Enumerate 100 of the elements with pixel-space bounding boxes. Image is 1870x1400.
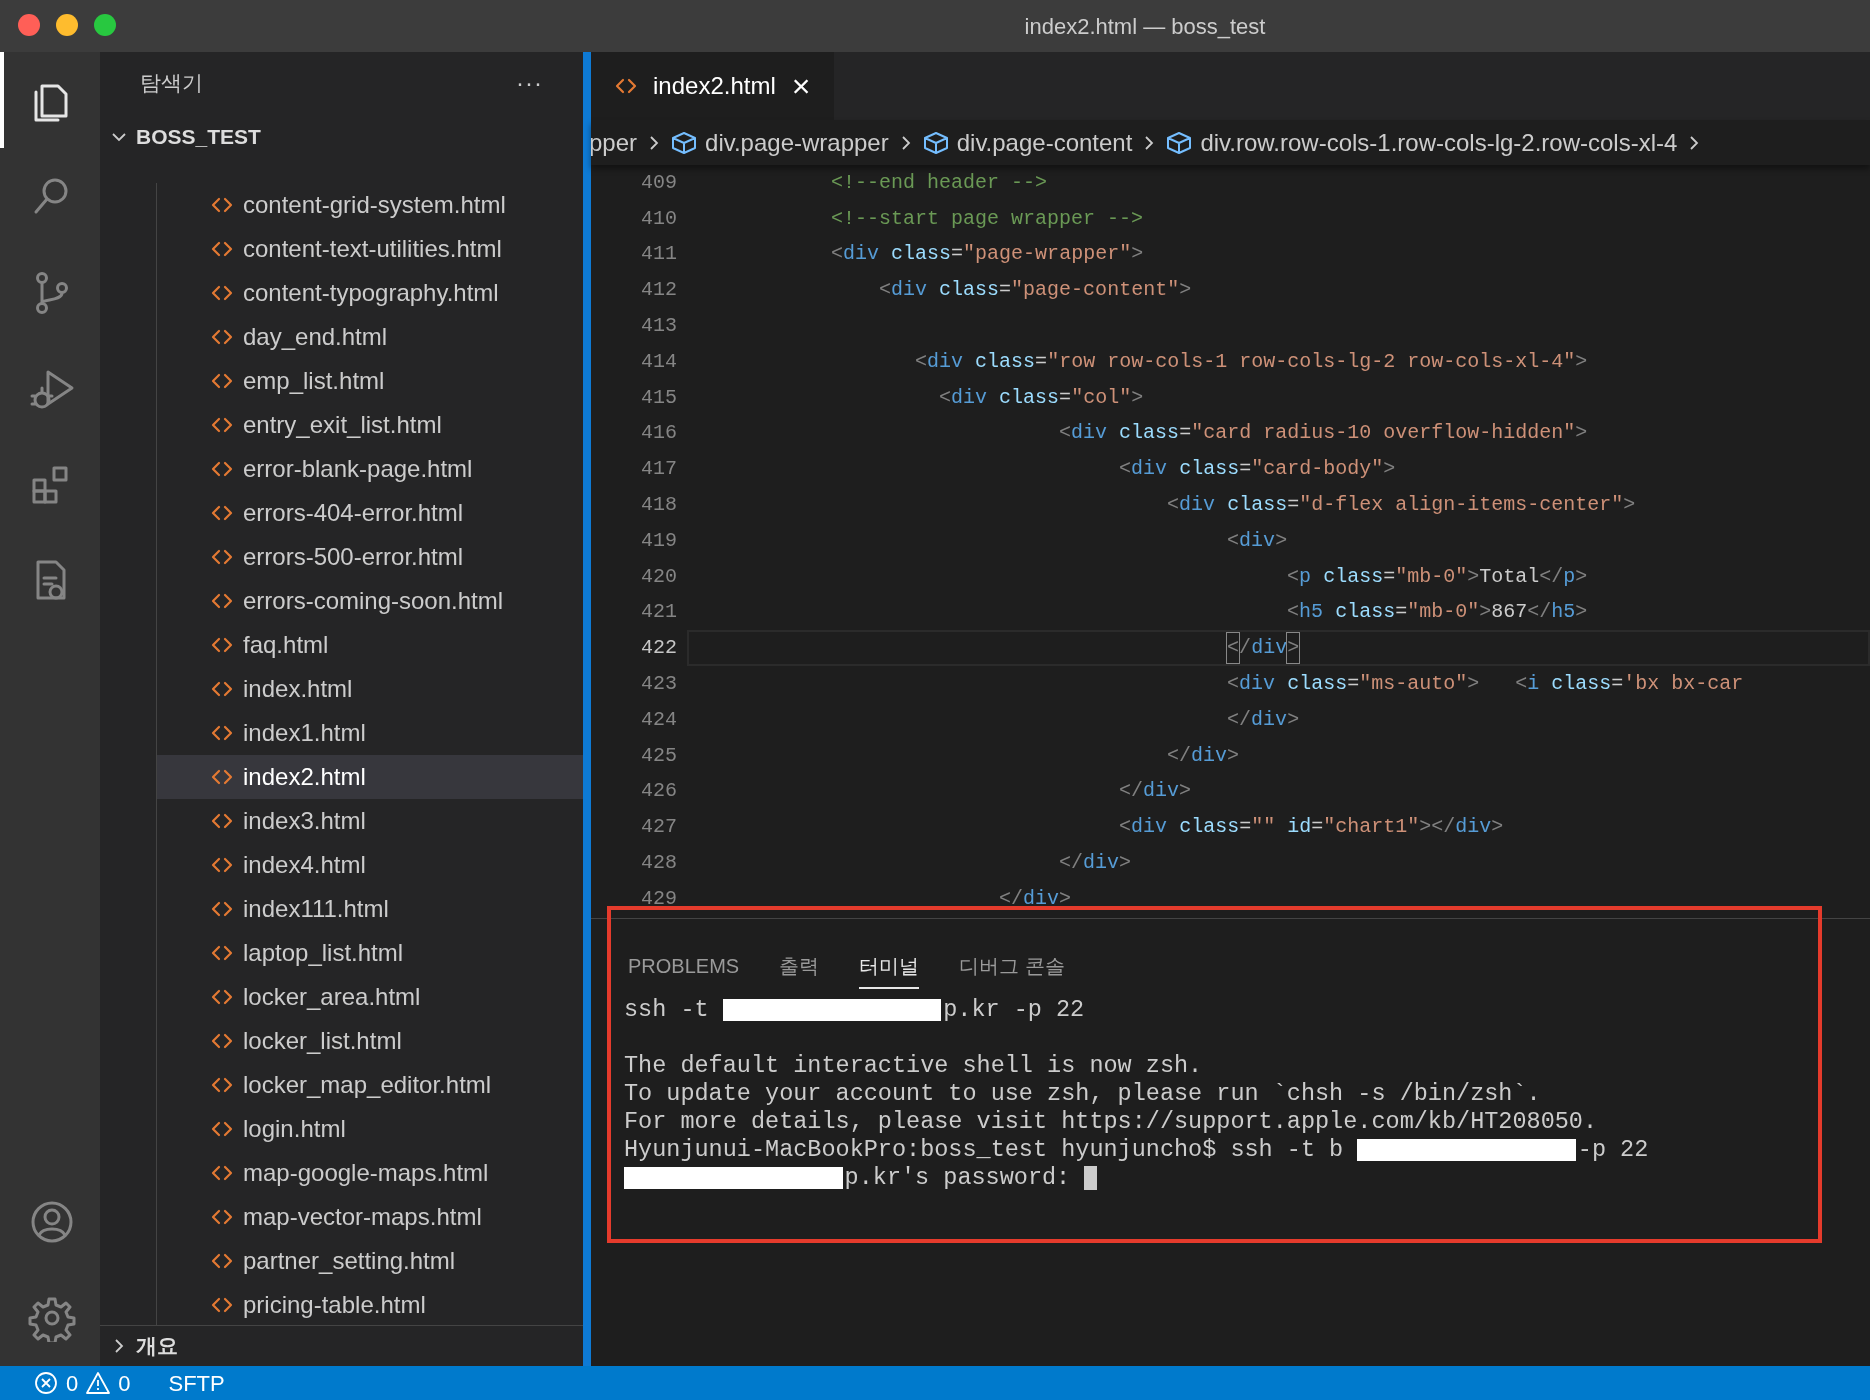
more-actions-button[interactable]: ··· <box>516 65 543 101</box>
folder-header[interactable]: BOSS_TEST <box>100 114 583 160</box>
terminal-text: -p 22 <box>1577 1135 1649 1166</box>
code-token: "page-wrapper" <box>963 241 1132 268</box>
code-icon <box>211 636 233 654</box>
line-number: 424 <box>640 706 677 733</box>
line-number: 420 <box>640 563 677 590</box>
code-token: class <box>999 384 1060 411</box>
zoom-window-button[interactable] <box>94 14 116 36</box>
folder-label: BOSS_TEST <box>136 124 261 151</box>
code-icon <box>211 372 233 390</box>
code-token: div <box>1131 814 1168 841</box>
line-number: 421 <box>640 599 677 626</box>
code-icon <box>211 504 233 522</box>
terminal-text: p.kr -p 22 <box>943 995 1085 1026</box>
cube-icon <box>1166 130 1193 155</box>
panel-tab[interactable]: PROBLEMS <box>628 951 740 989</box>
code-token: < <box>939 384 952 411</box>
code-icon <box>211 988 233 1006</box>
code-token: </ <box>1227 706 1252 733</box>
editor-tab[interactable]: index2.html × <box>591 52 835 120</box>
line-number: 418 <box>640 492 677 519</box>
code-token: </ <box>1119 778 1144 805</box>
code-token: "page-content" <box>1011 277 1180 304</box>
terminal-text: p.kr's password: <box>844 1163 1071 1194</box>
code-token: class <box>1227 492 1288 519</box>
cube-icon <box>671 130 698 155</box>
code-token: = <box>1347 671 1360 698</box>
code-token: class <box>939 277 1000 304</box>
code-token: = <box>1383 563 1396 590</box>
code-token: 867 <box>1491 599 1528 626</box>
breadcrumb-item[interactable]: div.page-wrapper <box>705 124 889 161</box>
close-window-button[interactable] <box>18 14 40 36</box>
code-token: 'bx bx-car <box>1623 671 1744 698</box>
code-token: < <box>1119 456 1132 483</box>
error-count[interactable]: 0 <box>66 1366 79 1400</box>
breadcrumb-item[interactable]: pper <box>591 124 638 161</box>
code-token: </ <box>1059 850 1084 877</box>
code-token: <!--start page wrapper --> <box>831 205 1144 232</box>
code-token: div <box>1023 885 1060 912</box>
code-token: > <box>1575 563 1588 590</box>
bracket-match: > <box>1287 633 1300 664</box>
code-token: class <box>1335 599 1396 626</box>
code-icon <box>211 1164 233 1182</box>
cube-icon <box>922 130 949 155</box>
code-token: "card radius-10 overflow-hidden" <box>1191 420 1576 447</box>
code-token: = <box>1035 348 1048 375</box>
panel-tab[interactable]: 출력 <box>779 951 820 989</box>
code-token: < <box>831 241 844 268</box>
terminal-text: Hyunjunui-MacBookPro:boss_test hyunjuncho$ ssh -t b <box>624 1135 1344 1166</box>
terminal-text: For more details, please visit https://support.apple.com/kb/HT208050. <box>624 1107 1598 1138</box>
line-number: 423 <box>640 671 677 698</box>
code-token: = <box>1311 814 1324 841</box>
code-token: div <box>1239 671 1276 698</box>
code-token: h5 <box>1299 599 1324 626</box>
error-icon <box>34 1371 58 1395</box>
code-token: Total <box>1479 563 1540 590</box>
line-number: 416 <box>640 420 677 447</box>
code-token: "ms-auto" <box>1359 671 1468 698</box>
code-icon <box>211 1296 233 1314</box>
line-number: 417 <box>640 456 677 483</box>
code-token: </ <box>1539 563 1564 590</box>
code-token: class <box>1179 814 1240 841</box>
sidebar-title: 탐색기 <box>140 70 203 97</box>
code-token: > <box>1227 742 1240 769</box>
code-token: "mb-0" <box>1395 563 1468 590</box>
code-token: "row row-cols-1 row-cols-lg-2 row-cols-xl-4" <box>1047 348 1576 375</box>
code-token: = <box>951 241 964 268</box>
code-token: < <box>1167 492 1180 519</box>
code-token: = <box>1179 420 1192 447</box>
status-item[interactable]: SFTP <box>168 1366 225 1400</box>
code-icon <box>211 1032 233 1050</box>
code-token: div <box>1179 492 1216 519</box>
code-icon <box>211 944 233 962</box>
code-icon <box>211 724 233 742</box>
line-number: 415 <box>640 384 677 411</box>
terminal-text: To update your account to use zsh, please run `chsh -s /bin/zsh`. <box>624 1079 1541 1110</box>
code-icon <box>615 77 637 95</box>
code-icon <box>211 900 233 918</box>
code-token: div <box>1455 814 1492 841</box>
code-token: = <box>999 277 1012 304</box>
warning-icon <box>86 1371 111 1395</box>
code-token: p <box>1563 563 1576 590</box>
breadcrumb-item[interactable]: div.row.row-cols-1.row-cols-lg-2.row-cols-xl-4 <box>1200 124 1678 161</box>
code-token: div <box>1191 742 1228 769</box>
code-token: < <box>1515 671 1528 698</box>
code-token: "mb-0" <box>1407 599 1480 626</box>
code-icon <box>211 592 233 610</box>
warning-count[interactable]: 0 <box>118 1366 131 1400</box>
breadcrumb-item[interactable]: div.page-content <box>956 124 1133 161</box>
code-token: = <box>1287 492 1300 519</box>
close-icon[interactable]: × <box>791 70 811 102</box>
file-item[interactable]: index2.html <box>156 755 583 799</box>
code-token: > <box>1575 599 1588 626</box>
panel-tab[interactable]: 디버그 콘솔 <box>959 951 1065 989</box>
minimize-window-button[interactable] <box>56 14 78 36</box>
panel-tab[interactable]: 터미널 <box>859 951 920 989</box>
line-number: 425 <box>640 742 677 769</box>
code-token: < <box>1287 599 1300 626</box>
code-token: > <box>1287 706 1300 733</box>
